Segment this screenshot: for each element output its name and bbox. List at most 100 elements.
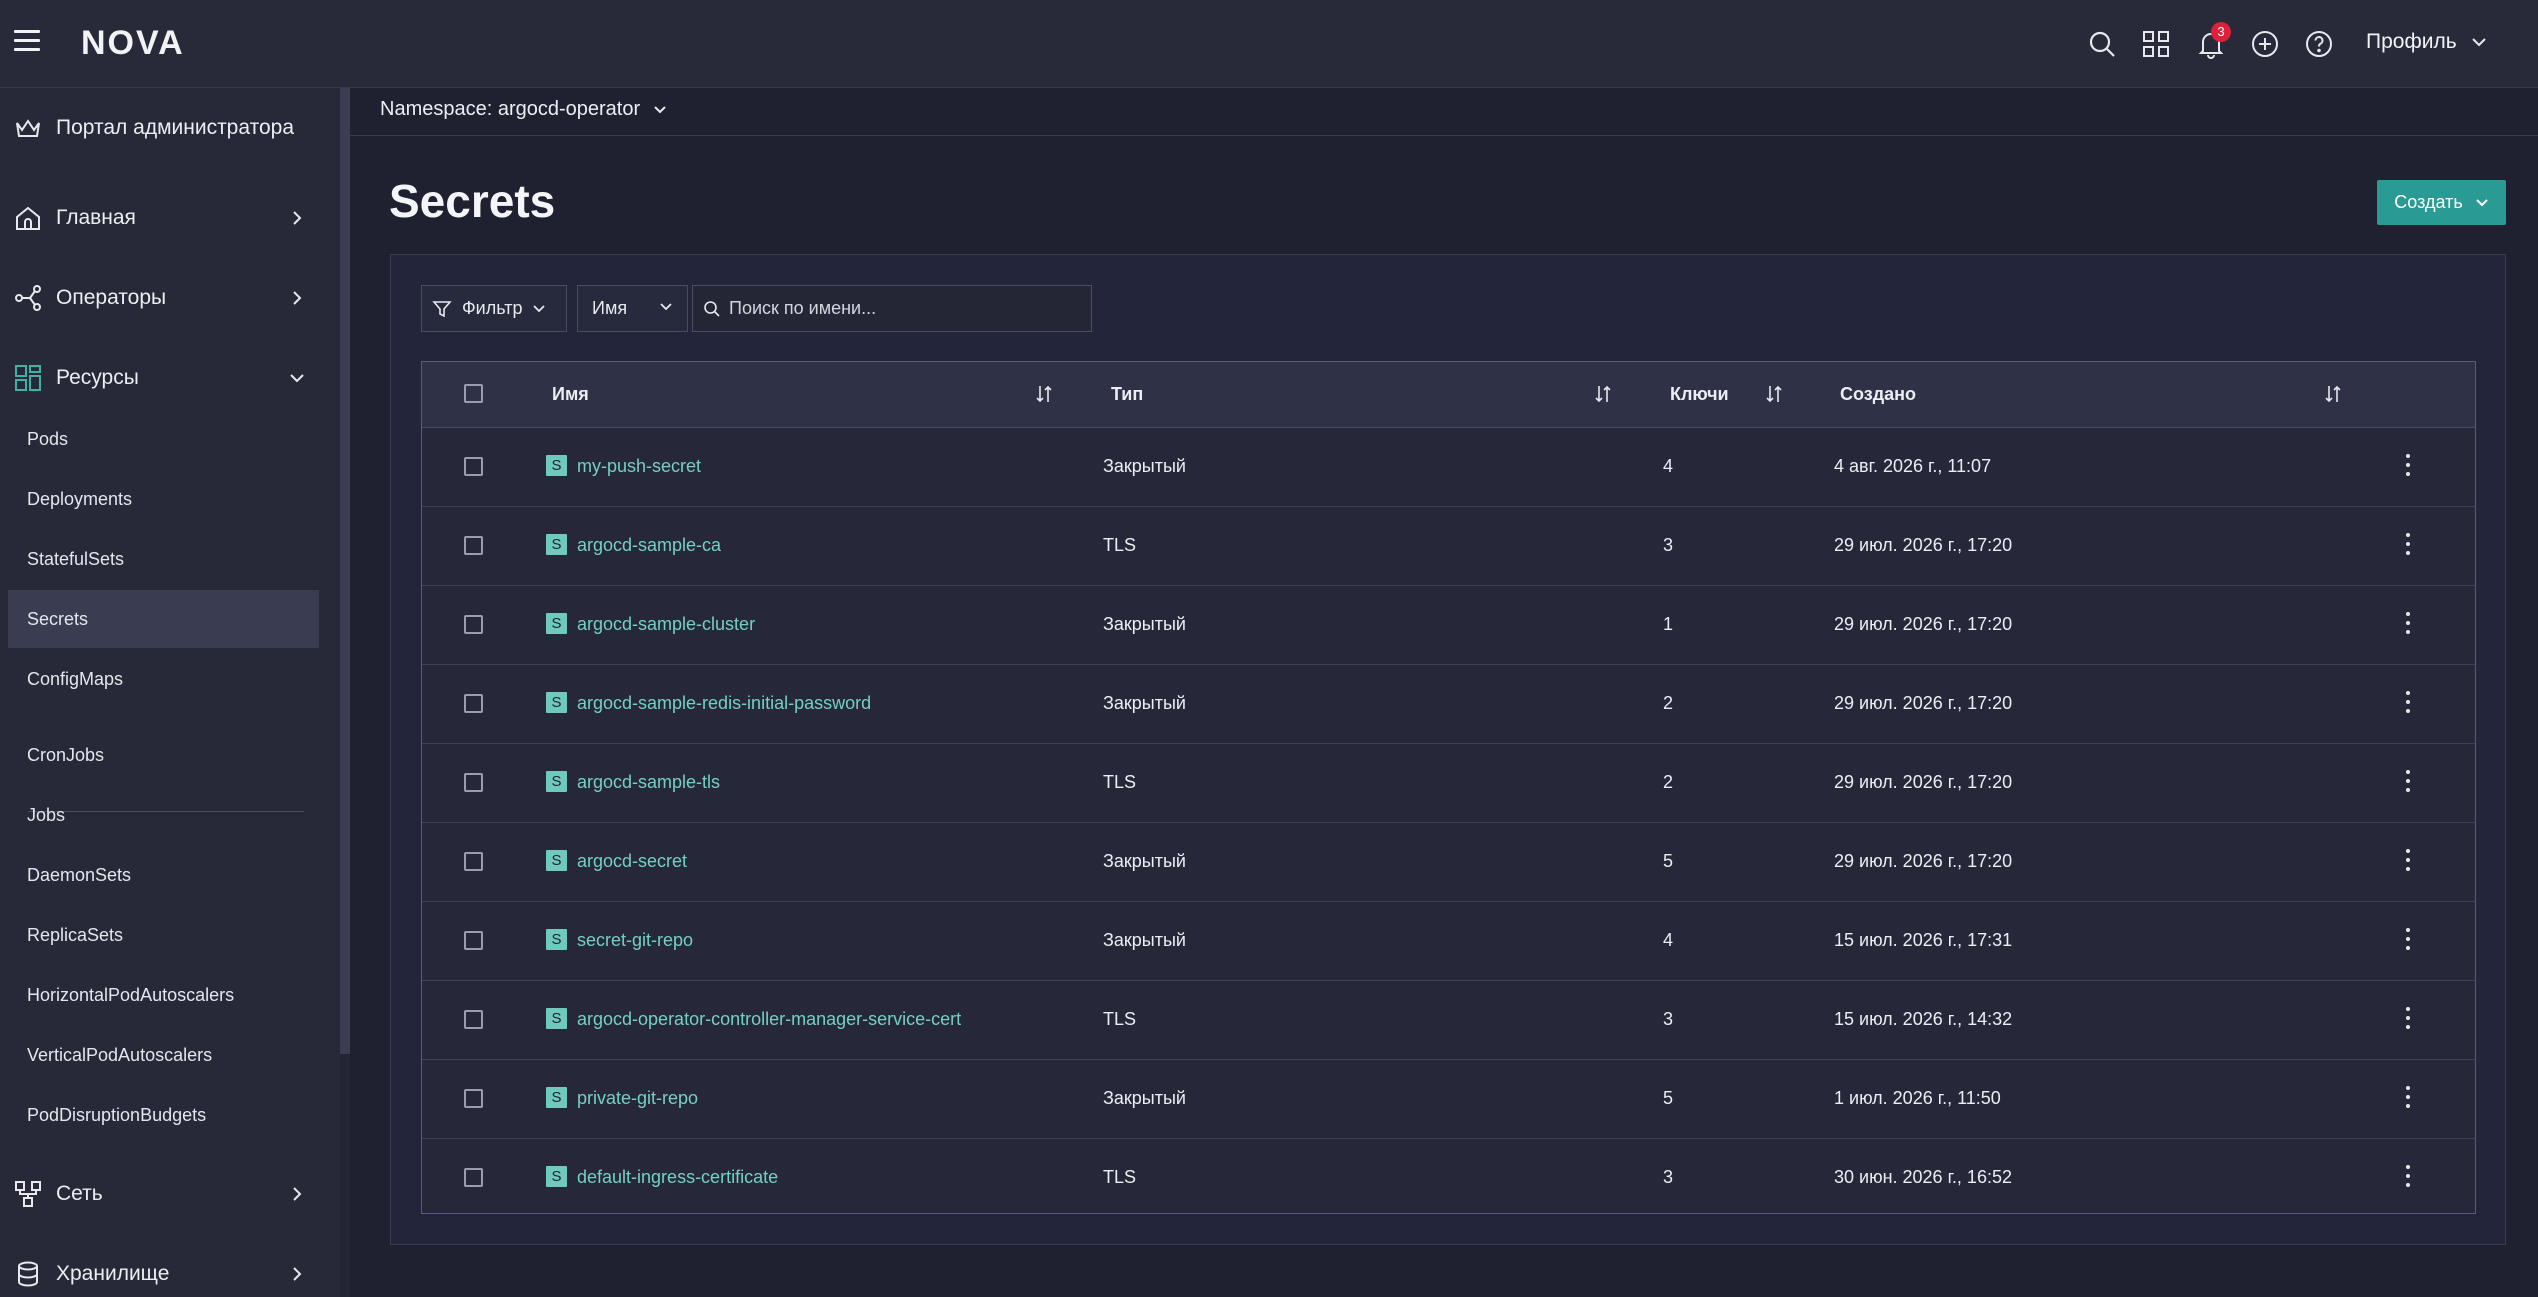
secret-type: Закрытый [1103, 930, 1186, 950]
sidebar-section-resources[interactable]: Ресурсы [0, 338, 340, 418]
sidebar-scrollbar-thumb[interactable] [340, 88, 350, 1054]
sidebar-item-statefulsets[interactable]: StatefulSets [8, 530, 319, 588]
secret-keys: 3 [1663, 1167, 1674, 1187]
secret-name-link[interactable]: argocd-secret [577, 851, 687, 872]
search-icon[interactable] [2086, 28, 2118, 60]
secret-name-link[interactable]: argocd-sample-ca [577, 535, 721, 556]
sidebar-item-configmaps[interactable]: ConfigMaps [8, 650, 319, 708]
row-actions-kebab-icon[interactable] [2404, 1165, 2412, 1191]
table-row: S my-push-secret Закрытый 4 4 авг. 2026 … [422, 428, 2475, 507]
sidebar-item-replicasets[interactable]: ReplicaSets [8, 906, 319, 964]
secret-name-link[interactable]: secret-git-repo [577, 930, 693, 951]
resources-icon [15, 365, 41, 391]
row-actions-kebab-icon[interactable] [2404, 454, 2412, 480]
sidebar-admin-portal[interactable]: Портал администратора [0, 88, 340, 168]
row-actions-kebab-icon[interactable] [2404, 928, 2412, 954]
row-actions-kebab-icon[interactable] [2404, 1007, 2412, 1033]
sidebar-section-network[interactable]: Сеть [0, 1154, 340, 1234]
column-select[interactable]: Имя [577, 285, 688, 332]
row-checkbox[interactable] [464, 1168, 483, 1187]
column-header-created: Создано [1840, 384, 1917, 404]
secret-type: TLS [1103, 1009, 1137, 1029]
sort-icon[interactable] [1594, 384, 1612, 404]
row-checkbox[interactable] [464, 1010, 483, 1029]
sidebar-item-hpa[interactable]: HorizontalPodAutoscalers [8, 966, 319, 1024]
apps-grid-icon[interactable] [2140, 28, 2172, 60]
chevron-down-icon [533, 304, 546, 312]
secret-name-link[interactable]: argocd-sample-tls [577, 772, 720, 793]
sidebar-item-daemonsets[interactable]: DaemonSets [8, 846, 319, 904]
row-checkbox[interactable] [464, 773, 483, 792]
secret-keys: 1 [1663, 614, 1674, 634]
sort-icon[interactable] [1035, 384, 1053, 404]
secret-created: 1 июл. 2026 г., 11:50 [1834, 1088, 2001, 1108]
secret-keys: 2 [1663, 772, 1674, 792]
row-actions-kebab-icon[interactable] [2404, 612, 2412, 638]
sidebar-item-deployments[interactable]: Deployments [8, 470, 319, 528]
row-actions-kebab-icon[interactable] [2404, 849, 2412, 875]
row-checkbox[interactable] [464, 536, 483, 555]
row-checkbox[interactable] [464, 694, 483, 713]
secret-keys: 5 [1663, 851, 1674, 871]
row-actions-kebab-icon[interactable] [2404, 691, 2412, 717]
secret-name-link[interactable]: private-git-repo [577, 1088, 698, 1109]
row-checkbox[interactable] [464, 615, 483, 634]
add-circle-icon[interactable] [2249, 28, 2281, 60]
sort-icon[interactable] [1765, 384, 1783, 404]
sidebar-section-storage[interactable]: Хранилище [0, 1234, 340, 1297]
row-checkbox[interactable] [464, 931, 483, 950]
row-actions-kebab-icon[interactable] [2404, 533, 2412, 559]
secret-name-link[interactable]: default-ingress-certificate [577, 1167, 778, 1188]
help-icon[interactable] [2303, 28, 2335, 60]
chevron-down-icon [2471, 38, 2486, 47]
secrets-table: Имя Тип Ключи Создано S my-push-secret З… [421, 361, 2476, 1214]
notifications-bell-icon[interactable]: 3 [2195, 22, 2231, 60]
hamburger-menu-icon[interactable] [14, 30, 40, 56]
row-checkbox[interactable] [464, 1089, 483, 1108]
secret-type: Закрытый [1103, 614, 1186, 634]
secret-type: TLS [1103, 1167, 1137, 1187]
table-row: S default-ingress-certificate TLS 3 30 и… [422, 1139, 2475, 1218]
secret-created: 4 авг. 2026 г., 11:07 [1834, 456, 1992, 476]
secret-created: 29 июл. 2026 г., 17:20 [1834, 535, 2013, 555]
sidebar-item-pods[interactable]: Pods [8, 410, 319, 468]
chevron-right-icon [293, 1267, 302, 1281]
table-row: S argocd-sample-ca TLS 3 29 июл. 2026 г.… [422, 507, 2475, 586]
chevron-right-icon [293, 1187, 302, 1201]
sidebar-item-vpa[interactable]: VerticalPodAutoscalers [8, 1026, 319, 1084]
sort-icon[interactable] [2324, 384, 2342, 404]
table-row: S private-git-repo Закрытый 5 1 июл. 202… [422, 1060, 2475, 1139]
row-actions-kebab-icon[interactable] [2404, 1086, 2412, 1112]
sidebar-item-jobs[interactable]: Jobs [8, 786, 319, 844]
row-actions-kebab-icon[interactable] [2404, 770, 2412, 796]
row-checkbox[interactable] [464, 457, 483, 476]
profile-menu[interactable]: Профиль [2366, 30, 2489, 54]
sidebar-section-label: Хранилище [56, 1262, 170, 1285]
sidebar-section-home[interactable]: Главная [0, 178, 340, 258]
secret-created: 29 июл. 2026 г., 17:20 [1834, 851, 2013, 871]
filter-button[interactable]: Фильтр [421, 285, 567, 332]
sidebar-scrollbar-track[interactable] [340, 1054, 350, 1297]
secret-name-link[interactable]: my-push-secret [577, 456, 701, 477]
secret-type-badge: S [546, 534, 567, 555]
sidebar-item-secrets[interactable]: Secrets [8, 590, 319, 648]
select-all-checkbox[interactable] [464, 384, 483, 403]
create-button[interactable]: Создать [2377, 180, 2506, 225]
secret-name-link[interactable]: argocd-sample-redis-initial-password [577, 693, 871, 714]
secret-name-link[interactable]: argocd-sample-cluster [577, 614, 755, 635]
namespace-selector[interactable]: Namespace: argocd-operator [380, 98, 668, 121]
secret-type-badge: S [546, 850, 567, 871]
secret-keys: 5 [1663, 1088, 1674, 1108]
secret-keys: 2 [1663, 693, 1674, 713]
table-row: S argocd-sample-tls TLS 2 29 июл. 2026 г… [422, 744, 2475, 823]
sidebar-item-pdb[interactable]: PodDisruptionBudgets [8, 1086, 319, 1144]
search-input[interactable] [729, 298, 1069, 319]
secret-type-badge: S [546, 771, 567, 792]
chevron-right-icon [293, 291, 302, 305]
secret-type-badge: S [546, 1166, 567, 1187]
secret-keys: 3 [1663, 1009, 1674, 1029]
sidebar-section-operators[interactable]: Операторы [0, 258, 340, 338]
sidebar-item-cronjobs[interactable]: CronJobs [8, 726, 319, 784]
secret-name-link[interactable]: argocd-operator-controller-manager-servi… [577, 1009, 961, 1030]
row-checkbox[interactable] [464, 852, 483, 871]
